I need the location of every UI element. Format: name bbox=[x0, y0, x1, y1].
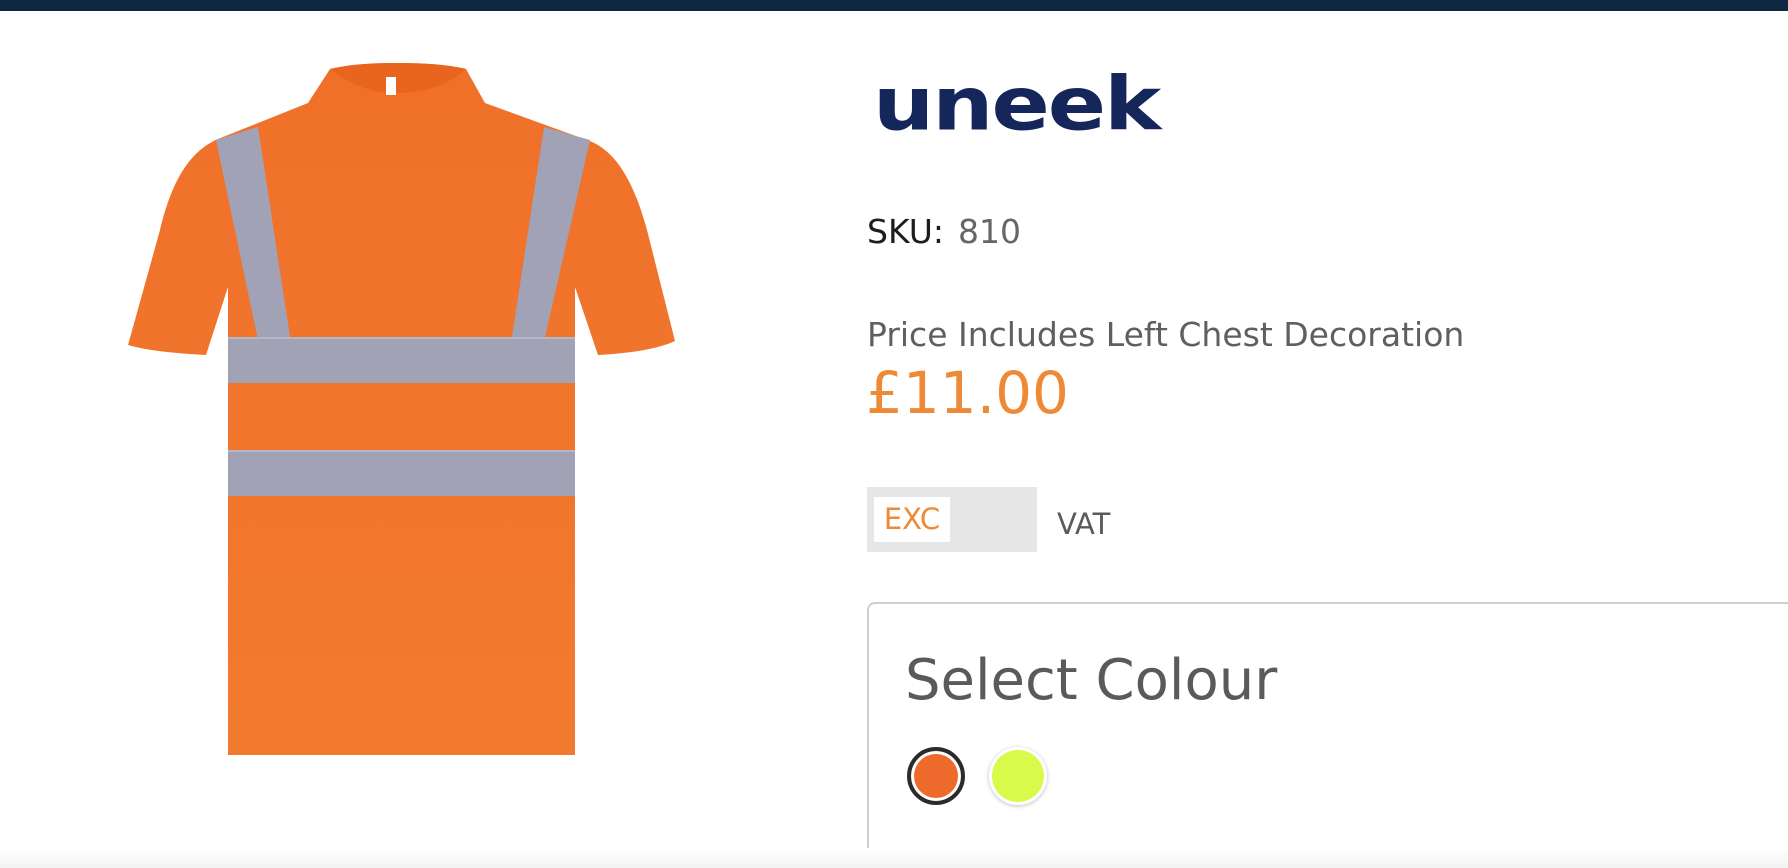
sku-value: 810 bbox=[957, 212, 1021, 251]
price-note: Price Includes Left Chest Decoration bbox=[867, 315, 1465, 354]
product-price: £11.00 bbox=[866, 359, 1069, 427]
colour-selector-panel: Select Colour bbox=[867, 602, 1788, 855]
bottom-fade bbox=[0, 848, 1788, 868]
colour-swatch-yellow[interactable] bbox=[989, 747, 1047, 805]
top-navigation-bar bbox=[0, 0, 1788, 11]
vat-label: VAT bbox=[1057, 507, 1111, 541]
sku-label: SKU: bbox=[867, 212, 944, 251]
product-image bbox=[128, 63, 675, 755]
brand-logo[interactable]: uneek bbox=[873, 67, 1161, 141]
vat-exc-option[interactable]: EXC bbox=[874, 497, 950, 542]
shirt-body bbox=[128, 63, 675, 755]
colour-selector-title: Select Colour bbox=[905, 648, 1278, 713]
vat-toggle[interactable]: EXC bbox=[867, 487, 1037, 552]
colour-swatch-orange[interactable] bbox=[907, 747, 965, 805]
sku-row: SKU: 810 bbox=[867, 210, 1021, 254]
